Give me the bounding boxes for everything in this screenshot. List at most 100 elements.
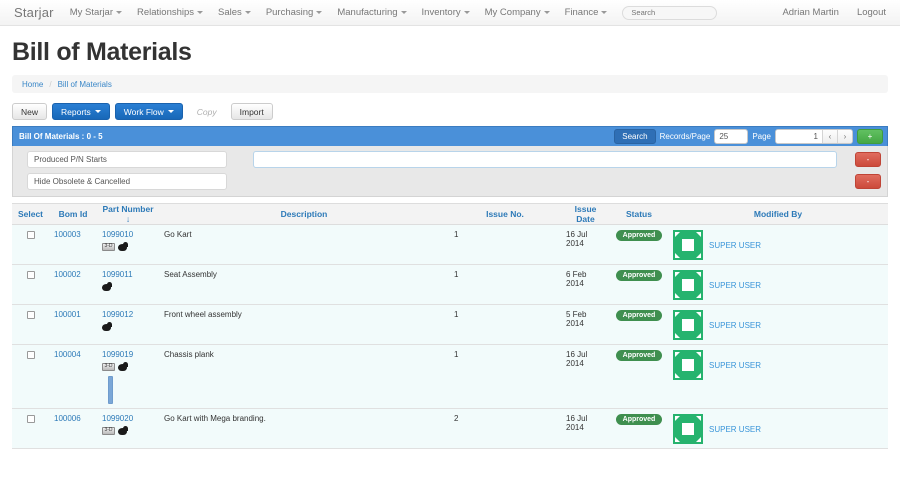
nav-item-my-company[interactable]: My Company	[485, 7, 550, 18]
cell-issue-date: 6 Feb 2014	[561, 265, 610, 305]
row-select-checkbox[interactable]	[27, 415, 35, 423]
bom-id-link[interactable]: 100003	[54, 230, 92, 239]
three-d-badge-icon[interactable]: 3-D	[102, 243, 115, 251]
nav-item-my-starjar[interactable]: My Starjar	[70, 7, 122, 18]
cell-status: Approved	[610, 265, 668, 305]
table-row[interactable]: 100006 1099020 3-D Go Kart with Mega brandi…	[12, 409, 888, 449]
new-button[interactable]: New	[12, 103, 47, 120]
cell-description: Go Kart	[159, 225, 449, 265]
breadcrumb-item-bill-of-materials[interactable]: Bill of Materials	[58, 80, 112, 89]
cell-status: Approved	[610, 409, 668, 449]
three-d-badge-icon[interactable]: 3-D	[102, 363, 115, 371]
column-header-bom-id[interactable]: Bom Id	[49, 204, 97, 225]
cell-bom-id: 100003	[49, 225, 97, 265]
filter-value-input[interactable]	[253, 151, 837, 168]
bom-id-link[interactable]: 100006	[54, 414, 92, 423]
part-shape-icon[interactable]	[102, 322, 113, 331]
records-per-page-input[interactable]	[714, 129, 748, 144]
filter-panel-body: Produced P/N Starts - Hide Obsolete & Ca…	[12, 146, 888, 197]
nav-label: My Starjar	[70, 7, 113, 18]
bom-id-link[interactable]: 100002	[54, 270, 92, 279]
part-number-link[interactable]: 1099011	[102, 270, 154, 279]
column-header-issue-date[interactable]: Issue Date	[561, 204, 610, 225]
modified-by-user-link[interactable]: SUPER USER	[709, 425, 761, 434]
records-per-page-label: Records/Page	[660, 132, 711, 141]
cell-issue-date: 16 Jul 2014	[561, 225, 610, 265]
row-select-checkbox[interactable]	[27, 231, 35, 239]
three-d-badge-icon[interactable]: 3-D	[102, 427, 115, 435]
part-shape-icon[interactable]	[118, 362, 129, 371]
table-row[interactable]: 10000310990103-DGo Kart116 Jul 2014Appro…	[12, 225, 888, 265]
part-shape-icon[interactable]	[118, 242, 129, 251]
reports-button[interactable]: Reports	[52, 103, 110, 120]
bom-id-link[interactable]: 100004	[54, 350, 92, 359]
column-header-modified-by[interactable]: Modified By	[668, 204, 888, 225]
filter-row: Hide Obsolete & Cancelled -	[17, 173, 883, 190]
breadcrumb-item-home[interactable]: Home	[22, 80, 43, 89]
import-button[interactable]: Import	[231, 103, 273, 120]
page-label: Page	[752, 132, 771, 141]
structure-bar-icon[interactable]	[108, 376, 113, 404]
cell-status: Approved	[610, 305, 668, 345]
cell-description: Go Kart with Mega branding.	[159, 409, 449, 449]
status-badge: Approved	[616, 270, 663, 281]
nav-item-inventory[interactable]: Inventory	[422, 7, 470, 18]
cell-modified-by: SUPER USER	[668, 225, 888, 265]
nav-item-relationships[interactable]: Relationships	[137, 7, 203, 18]
cell-modified-by: SUPER USER	[668, 409, 888, 449]
nav-item-finance[interactable]: Finance	[565, 7, 608, 18]
pagination-control: ‹ ›	[775, 129, 853, 144]
chevron-down-icon	[601, 11, 607, 14]
brand-logo[interactable]: Starjar	[14, 5, 54, 20]
cell-part-number: 1099019 3-D	[97, 345, 159, 409]
part-number-link[interactable]: 1099019	[102, 350, 154, 359]
table-row[interactable]: 1000011099012Front wheel assembly15 Feb …	[12, 305, 888, 345]
global-search-input[interactable]	[622, 6, 717, 20]
column-header-part-number[interactable]: Part Number ↓	[97, 204, 159, 225]
navbar-right-group: Adrian Martin Logout	[764, 7, 886, 18]
table-row[interactable]: 10000410990193-DChassis plank116 Jul 201…	[12, 345, 888, 409]
modified-by-user-link[interactable]: SUPER USER	[709, 321, 761, 330]
nav-item-manufacturing[interactable]: Manufacturing	[337, 7, 406, 18]
part-number-link[interactable]: 1099012	[102, 310, 154, 319]
modified-by-user-link[interactable]: SUPER USER	[709, 281, 761, 290]
column-header-issue-no[interactable]: Issue No.	[449, 204, 561, 225]
cell-status: Approved	[610, 345, 668, 409]
row-select-checkbox[interactable]	[27, 271, 35, 279]
bom-table: Select Bom Id Part Number ↓ Description …	[12, 203, 888, 449]
part-shape-icon[interactable]	[102, 282, 113, 291]
row-select-checkbox[interactable]	[27, 311, 35, 319]
filter-field-hide-obsolete-cancelled[interactable]: Hide Obsolete & Cancelled	[27, 173, 227, 190]
part-shape-icon[interactable]	[118, 426, 129, 435]
cell-select	[12, 225, 49, 265]
nav-label: Manufacturing	[337, 7, 397, 18]
prev-page-button[interactable]: ‹	[822, 130, 837, 143]
search-button[interactable]: Search	[614, 129, 655, 144]
nav-item-sales[interactable]: Sales	[218, 7, 251, 18]
part-number-link[interactable]: 1099020	[102, 414, 154, 423]
status-badge: Approved	[616, 414, 663, 425]
column-header-description[interactable]: Description	[159, 204, 449, 225]
add-filter-button[interactable]: +	[857, 129, 883, 144]
user-avatar-placeholder-icon	[673, 350, 703, 380]
modified-by-user-link[interactable]: SUPER USER	[709, 361, 761, 370]
modified-by-user-link[interactable]: SUPER USER	[709, 241, 761, 250]
bom-id-link[interactable]: 100001	[54, 310, 92, 319]
column-header-select[interactable]: Select	[12, 204, 49, 225]
table-row[interactable]: 1000021099011Seat Assembly16 Feb 2014App…	[12, 265, 888, 305]
logout-link[interactable]: Logout	[857, 7, 886, 18]
work-flow-button[interactable]: Work Flow	[115, 103, 183, 120]
nav-label: My Company	[485, 7, 541, 18]
current-user-label[interactable]: Adrian Martin	[782, 7, 839, 18]
user-avatar-placeholder-icon	[673, 414, 703, 444]
nav-item-purchasing[interactable]: Purchasing	[266, 7, 323, 18]
page-number-input[interactable]	[776, 130, 822, 143]
next-page-button[interactable]: ›	[837, 130, 852, 143]
remove-filter-button[interactable]: -	[855, 152, 881, 167]
part-number-link[interactable]: 1099010	[102, 230, 154, 239]
column-header-status[interactable]: Status	[610, 204, 668, 225]
row-select-checkbox[interactable]	[27, 351, 35, 359]
breadcrumb-separator: /	[49, 80, 51, 89]
remove-filter-button[interactable]: -	[855, 174, 881, 189]
filter-field-produced-pn-starts[interactable]: Produced P/N Starts	[27, 151, 227, 168]
